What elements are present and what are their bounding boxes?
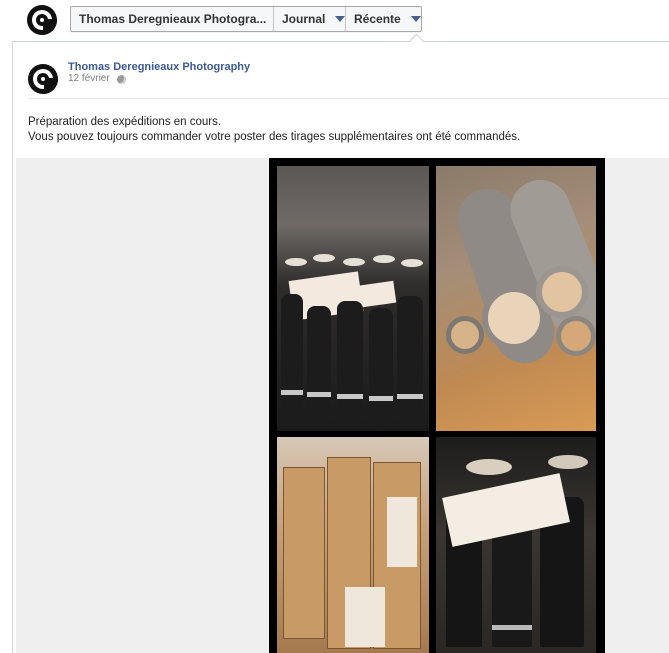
post-message-line: Vous pouvez toujours commander votre pos…	[28, 131, 521, 143]
post-message: Préparation des expéditions en cours. Vo…	[28, 115, 520, 145]
page-nav-tabs: Thomas Deregnieaux Photogra... Journal R…	[70, 6, 422, 32]
tab-recent[interactable]: Récente	[346, 7, 421, 31]
photo-tile-tubes-standing	[277, 166, 429, 431]
photo-tile-grey-tubes	[436, 166, 596, 431]
chevron-down-icon	[335, 16, 346, 22]
post-message-line: Préparation des expéditions en cours.	[28, 116, 222, 128]
tab-page-name[interactable]: Thomas Deregnieaux Photogra...	[71, 7, 274, 31]
content-frame-top	[12, 41, 669, 42]
post-photo[interactable]	[269, 158, 605, 653]
post-date[interactable]: 12 février	[68, 73, 110, 84]
tab-page-name-label: Thomas Deregnieaux Photogra...	[79, 12, 267, 26]
tab-journal[interactable]: Journal	[274, 7, 346, 31]
photo-tile-tubes-closeup	[436, 437, 596, 653]
page-logo-icon[interactable]	[27, 5, 57, 35]
tab-recent-label: Récente	[354, 12, 401, 26]
globe-icon[interactable]	[116, 75, 126, 84]
tab-journal-label: Journal	[282, 12, 326, 26]
top-bar: Thomas Deregnieaux Photogra... Journal R…	[0, 0, 669, 40]
content-frame-left	[12, 41, 13, 653]
post-meta: 12 février	[68, 73, 126, 84]
post-avatar-icon[interactable]	[28, 64, 58, 94]
chevron-down-icon	[410, 16, 421, 22]
photo-tile-boxes	[277, 437, 429, 653]
post-author-link[interactable]: Thomas Deregnieaux Photography	[68, 61, 250, 73]
divider	[28, 98, 669, 99]
